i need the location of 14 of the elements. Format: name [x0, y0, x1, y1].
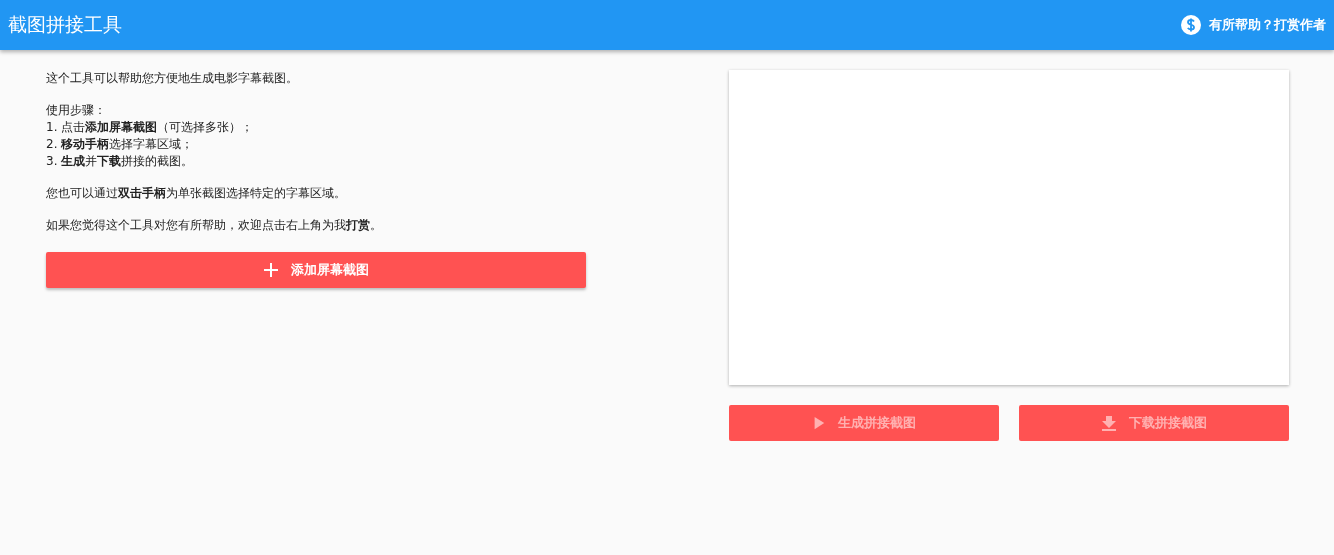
paragraph: 如果您觉得这个工具对您有所帮助，欢迎点击右上角为我打赏。	[46, 217, 383, 234]
plus-icon	[263, 262, 279, 278]
text-line: 1. 点击添加屏幕截图（可选择多张）；	[46, 119, 255, 136]
play-icon	[812, 416, 826, 430]
download-icon	[1101, 415, 1117, 431]
add-screenshot-button[interactable]: 添加屏幕截图	[46, 252, 586, 288]
app-title: 截图拼接工具	[8, 12, 122, 37]
text-line: 2. 移动手柄选择字幕区域；	[46, 136, 195, 153]
paragraph: 这个工具可以帮助您方便地生成电影字幕截图。	[46, 70, 299, 87]
text-line: 3. 生成并下载拼接的截图。	[46, 153, 195, 170]
paragraph: 您也可以通过双击手柄为单张截图选择特定的字幕区域。	[46, 185, 347, 202]
dollar-icon	[1181, 15, 1201, 35]
text-line: 使用步骤：	[46, 102, 107, 119]
donate-link[interactable]: 有所帮助？打赏作者	[1181, 15, 1326, 35]
